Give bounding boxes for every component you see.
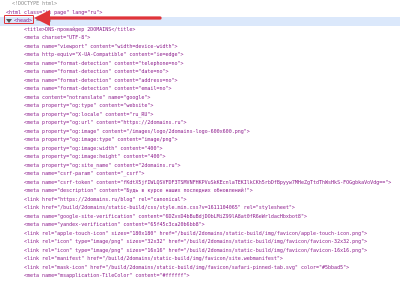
dom-node-text: <link href="https://2domains.ru/blog" re…	[24, 196, 187, 203]
dom-node-text: <meta name="csrf-token" content="fKdtX5j…	[24, 179, 392, 186]
dom-node-line[interactable]: <meta property="og:locale" content="ru_R…	[0, 111, 400, 120]
dom-node-text: <meta name="description" content="Будь в…	[24, 188, 253, 194]
dom-node-text: <meta http-equiv="X-UA-Compatible" conte…	[24, 52, 184, 58]
dom-node-text: <meta content="notranslate" name="google…	[24, 94, 151, 101]
dom-node-line[interactable]: <meta name="yandex-verification" content…	[0, 221, 400, 230]
dom-node-line[interactable]: <meta property="og:url" content="https:/…	[0, 119, 400, 128]
dom-node-text: <meta property="og:image" content="/imag…	[24, 128, 250, 135]
dom-node-line[interactable]: <meta property="og:type" content="websit…	[0, 102, 400, 111]
dom-node-line[interactable]: <meta name="format-detection" content="t…	[0, 60, 400, 69]
dom-node-line[interactable]: <link rel="apple-touch-icon" sizes="180x…	[0, 230, 400, 239]
dom-node-line[interactable]: <meta content="notranslate" name="google…	[0, 94, 400, 103]
dom-node-line[interactable]: <meta name="description" content="Будь в…	[0, 187, 400, 196]
dom-node-text: <meta name="format-detection" content="d…	[24, 69, 169, 75]
dom-node-text: <meta name="csrf-param" content="_csrf">	[24, 171, 145, 177]
dom-node-text: <meta name="google-site-verification" co…	[24, 213, 307, 220]
dom-node-text: <meta name="format-detection" content="a…	[24, 77, 178, 84]
dom-node-line[interactable]: <link rel="icon" type="image/png" sizes=…	[0, 238, 400, 247]
devtools-elements-panel: <!DOCTYPE html> <html class="js page" lan…	[0, 0, 400, 279]
dom-node-text: <meta property="og:site_name" content="2…	[24, 162, 181, 169]
dom-node-line[interactable]: <meta name="csrf-token" content="fKdtX5j…	[0, 179, 400, 188]
dom-node-line[interactable]: <meta property="og:image" content="/imag…	[0, 128, 400, 137]
dom-node-line[interactable]: <meta name="msapplication-TileColor" con…	[0, 272, 400, 281]
dom-node-text: <meta name="format-detection" content="e…	[24, 86, 172, 92]
dom-node-text: <meta property="og:locale" content="ru_R…	[24, 111, 154, 118]
dom-node-text: <meta charset="UTF-8">	[24, 35, 91, 41]
dom-node-line[interactable]: <meta property="og:image:width" content=…	[0, 145, 400, 154]
dom-node-text: <meta property="og:url" content="https:/…	[24, 120, 187, 126]
dom-node-text: <meta property="og:image:height" content…	[24, 154, 166, 160]
dom-node-line[interactable]: <meta name="format-detection" content="a…	[0, 77, 400, 86]
dom-node-line[interactable]: <link rel="icon" type="image/png" sizes=…	[0, 247, 400, 256]
dom-node-text: <link rel="apple-touch-icon" sizes="180x…	[24, 230, 368, 237]
dom-node-text: <meta property="og:type" content="websit…	[24, 103, 154, 109]
dom-node-line[interactable]: <meta name="google-site-verification" co…	[0, 213, 400, 222]
dom-node-line[interactable]: <meta property="og:image:height" content…	[0, 153, 400, 162]
dom-node-text: <link rel="manifest" href="/build/2domai…	[24, 256, 283, 262]
dom-node-text: <link href="/build/2domains/static-build…	[24, 205, 295, 211]
dom-node-text: <!DOCTYPE html>	[12, 1, 58, 7]
dom-node-text: <meta name="yandex-verification" content…	[24, 222, 205, 228]
dom-node-text: <meta name="format-detection" content="t…	[24, 60, 184, 67]
dom-node-line[interactable]: <link rel="manifest" href="/build/2domai…	[0, 255, 400, 264]
dom-node-line[interactable]: <meta property="og:image:type" content="…	[0, 136, 400, 145]
dom-node-text: <link rel="icon" type="image/png" sizes=…	[24, 247, 368, 254]
dom-node-text: <link rel="mask-icon" href="/build/2doma…	[24, 264, 350, 271]
dom-node-line[interactable]: <link href="/build/2domains/static-build…	[0, 204, 400, 213]
dom-node-line[interactable]: <meta http-equiv="X-UA-Compatible" conte…	[0, 51, 400, 60]
dom-node-line[interactable]: <meta name="format-detection" content="e…	[0, 85, 400, 94]
dom-node-text: <meta name="viewport" content="width=dev…	[24, 43, 178, 50]
dom-node-line[interactable]: <meta name="format-detection" content="d…	[0, 68, 400, 77]
dom-node-text: <meta property="og:image:type" content="…	[24, 137, 178, 143]
dom-node-line[interactable]: <link href="https://2domains.ru/blog" re…	[0, 196, 400, 205]
dom-tree: <!DOCTYPE html> <html class="js page" lan…	[0, 0, 400, 281]
dom-node-text: <meta property="og:image:width" content=…	[24, 145, 163, 152]
dom-node-line[interactable]: <meta property="og:site_name" content="2…	[0, 162, 400, 171]
dom-node-text: <meta name="msapplication-TileColor" con…	[24, 273, 190, 279]
dom-node-line[interactable]: <meta name="csrf-param" content="_csrf">	[0, 170, 400, 179]
dom-node-line[interactable]: <meta name="viewport" content="width=dev…	[0, 43, 400, 52]
dom-node-line[interactable]: <link rel="mask-icon" href="/build/2doma…	[0, 264, 400, 273]
red-arrow-icon	[34, 10, 162, 26]
head-highlight-box	[4, 15, 34, 24]
dom-node-line[interactable]: <meta charset="UTF-8">	[0, 34, 400, 43]
dom-node-text: <link rel="icon" type="image/png" sizes=…	[24, 239, 368, 245]
